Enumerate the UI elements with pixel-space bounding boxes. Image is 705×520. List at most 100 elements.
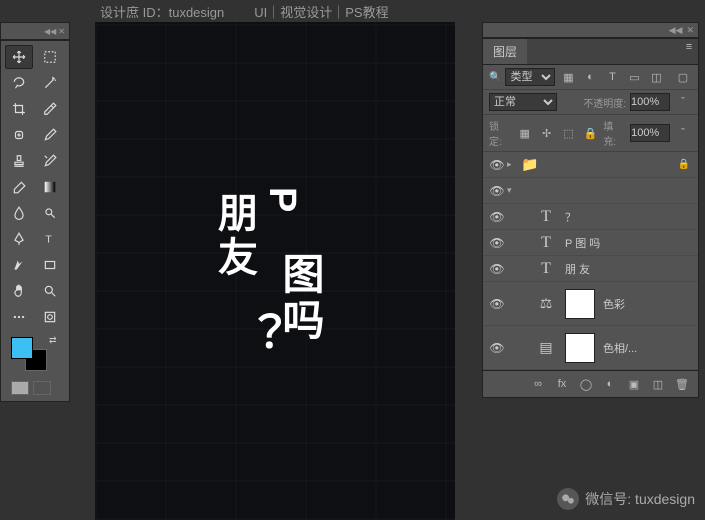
new-group-icon[interactable]: ▣ xyxy=(624,375,644,393)
blur-tool[interactable] xyxy=(5,201,33,225)
visibility-eye-icon[interactable]: 👁 xyxy=(487,262,507,276)
lasso-tool[interactable] xyxy=(5,71,33,95)
visibility-eye-icon[interactable]: 👁 xyxy=(487,158,507,172)
edit-mode-toggle[interactable] xyxy=(5,379,65,397)
stamp-tool[interactable] xyxy=(5,149,33,173)
watermark-label: 微信号: tuxdesign xyxy=(585,489,695,509)
layer-mask-thumb[interactable] xyxy=(565,333,595,363)
visibility-eye-icon[interactable]: 👁 xyxy=(487,341,507,355)
collapse-icon[interactable]: ◀◀ xyxy=(44,27,56,36)
dodge-tool[interactable] xyxy=(36,201,64,225)
path-tool[interactable] xyxy=(5,253,33,277)
brush-tool[interactable] xyxy=(36,123,64,147)
app-header: 设计庶 ID：tuxdesign UI｜视觉设计｜PS教程 xyxy=(0,0,705,22)
fill-dropdown-icon[interactable]: ˇ xyxy=(674,125,692,141)
opacity-input[interactable] xyxy=(630,93,670,111)
blend-row: 正常 不透明度: ˇ xyxy=(483,90,698,115)
visibility-eye-icon[interactable]: 👁 xyxy=(487,184,507,198)
marquee-tool[interactable] xyxy=(36,45,64,69)
color-swatches: ⇄ xyxy=(5,335,65,375)
visibility-eye-icon[interactable]: 👁 xyxy=(487,236,507,250)
layer-mask-icon[interactable]: ◯ xyxy=(576,375,596,393)
visibility-eye-icon[interactable]: 👁 xyxy=(487,210,507,224)
layers-footer: ∞ fx ◯ ◐ ▣ ◫ 🗑 xyxy=(483,370,698,397)
folder-icon: 📁 xyxy=(519,156,541,173)
lock-all-icon[interactable]: 🔒 xyxy=(581,125,599,141)
gradient-tool[interactable] xyxy=(36,175,64,199)
mask-mode-icon[interactable] xyxy=(33,381,51,395)
close-icon[interactable]: ✕ xyxy=(686,25,694,36)
filter-toggle-icon[interactable]: ▢ xyxy=(674,69,692,85)
layer-row[interactable]: 👁 ⚖ 色彩 xyxy=(483,282,698,326)
tool-grid: T xyxy=(5,45,65,329)
layer-row[interactable]: 👁▸📁🔒 xyxy=(483,152,698,178)
new-layer-icon[interactable]: ◫ xyxy=(648,375,668,393)
disclosure-icon[interactable]: ▸ xyxy=(507,159,519,170)
watermark: 微信号: tuxdesign xyxy=(557,488,695,510)
opacity-dropdown-icon[interactable]: ˇ xyxy=(674,94,692,110)
healing-tool[interactable] xyxy=(5,123,33,147)
fill-label: 填充: xyxy=(603,118,626,148)
quick-mask-tool[interactable] xyxy=(36,305,64,329)
lock-pixels-icon[interactable]: ▦ xyxy=(516,125,534,141)
canvas-text-p[interactable]: P xyxy=(260,187,303,212)
magic-wand-tool[interactable] xyxy=(36,71,64,95)
panel-tabs: 图层 ≡ xyxy=(483,39,698,65)
visibility-eye-icon[interactable]: 👁 xyxy=(487,297,507,311)
layer-row[interactable]: 👁 T P 图 吗 xyxy=(483,230,698,256)
tab-layers[interactable]: 图层 xyxy=(483,39,527,64)
filter-adjust-icon[interactable]: ◐ xyxy=(581,69,599,85)
layer-row[interactable]: 👁▾ xyxy=(483,178,698,204)
layer-name: P 图 吗 xyxy=(565,235,694,251)
swap-swatch-icon[interactable]: ⇄ xyxy=(49,335,61,347)
blend-mode-select[interactable]: 正常 xyxy=(489,93,557,111)
close-icon[interactable]: ✕ xyxy=(58,27,65,36)
layers-panel-wrap: ◀◀ ✕ 图层 ≡ 🔍 类型 ▦ ◐ T ▭ ◫ ▢ 正常 不透明度: ˇ xyxy=(482,22,699,398)
type-tool[interactable]: T xyxy=(36,227,64,251)
layer-mask-thumb[interactable] xyxy=(565,289,595,319)
collapse-icon[interactable]: ◀◀ xyxy=(669,25,683,36)
canvas-text-friends[interactable]: 朋友 xyxy=(205,192,263,280)
layer-name: ？ xyxy=(565,209,694,225)
filter-type-select[interactable]: 类型 xyxy=(505,68,555,86)
layer-row[interactable]: 👁T朋 友 xyxy=(483,256,698,282)
standard-mode-icon[interactable] xyxy=(11,381,29,395)
history-brush-tool[interactable] xyxy=(36,149,64,173)
layer-row[interactable]: 👁T？ xyxy=(483,204,698,230)
text-layer-icon: T xyxy=(535,260,557,278)
delete-layer-icon[interactable]: 🗑 xyxy=(672,375,692,393)
svg-text:T: T xyxy=(45,234,52,246)
filter-image-icon[interactable]: ▦ xyxy=(559,69,577,85)
more-tool[interactable] xyxy=(5,305,33,329)
lock-label: 锁定: xyxy=(489,118,512,148)
disclosure-icon[interactable]: ▾ xyxy=(507,185,519,196)
move-tool[interactable] xyxy=(5,45,33,69)
link-layers-icon[interactable]: ∞ xyxy=(528,375,548,393)
filter-smartobj-icon[interactable]: ◫ xyxy=(647,69,665,85)
adjustment-icon: ⚖ xyxy=(535,295,557,312)
author-credit: 设计庶 ID：tuxdesign xyxy=(100,2,224,21)
new-adjust-icon[interactable]: ◐ xyxy=(600,375,620,393)
rectangle-tool[interactable] xyxy=(36,253,64,277)
layer-row[interactable]: 👁▤色相/... xyxy=(483,326,698,370)
lock-artboard-icon[interactable]: ⬚ xyxy=(560,125,578,141)
layer-name: 色彩 xyxy=(603,296,694,312)
panel-menu-icon[interactable]: ≡ xyxy=(680,39,698,55)
filter-shape-icon[interactable]: ▭ xyxy=(625,69,643,85)
crop-tool[interactable] xyxy=(5,97,33,121)
pen-tool[interactable] xyxy=(5,227,33,251)
filter-search-icon[interactable]: 🔍 xyxy=(489,72,501,83)
filter-row: 🔍 类型 ▦ ◐ T ▭ ◫ ▢ xyxy=(483,65,698,90)
layer-fx-icon[interactable]: fx xyxy=(552,375,572,393)
zoom-tool[interactable] xyxy=(36,279,64,303)
eraser-tool[interactable] xyxy=(5,175,33,199)
canvas[interactable]: 朋友 P ？ 图吗 xyxy=(95,22,455,520)
foreground-swatch[interactable] xyxy=(11,337,33,359)
canvas-text-image[interactable]: 图吗 xyxy=(270,252,331,344)
hand-tool[interactable] xyxy=(5,279,33,303)
fill-input[interactable] xyxy=(630,124,670,142)
text-layer-icon: T xyxy=(535,234,557,252)
filter-type-icon[interactable]: T xyxy=(603,69,621,85)
lock-position-icon[interactable]: ✢ xyxy=(538,125,556,141)
eyedropper-tool[interactable] xyxy=(36,97,64,121)
